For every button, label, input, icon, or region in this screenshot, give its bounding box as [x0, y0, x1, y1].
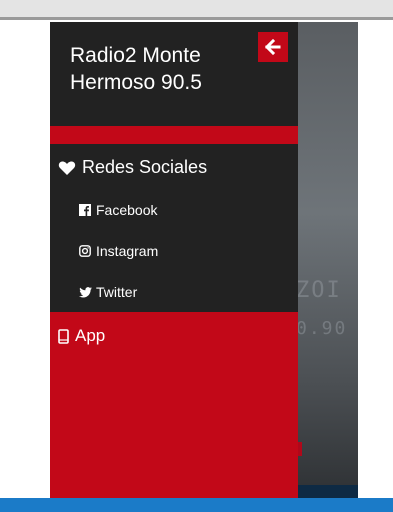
backdrop-image [298, 22, 358, 500]
menu-item-app[interactable]: App [58, 326, 105, 346]
window-bottom-bar [0, 498, 393, 512]
menu-item-label: App [75, 326, 106, 345]
back-button[interactable] [258, 32, 288, 62]
menu-item-facebook[interactable]: Facebook [78, 202, 157, 218]
instagram-icon [78, 244, 92, 258]
section-label: Redes Sociales [82, 157, 208, 177]
app-title: Radio2 Monte Hermoso 90.5 [70, 44, 202, 94]
menu-item-twitter[interactable]: Twitter [78, 284, 137, 300]
menu-item-label: Facebook [96, 202, 158, 218]
mobile-icon [58, 328, 72, 344]
facebook-icon [78, 203, 92, 217]
backdrop-ghost-text: 0.90 [296, 318, 348, 339]
menu-item-label: Instagram [96, 243, 159, 259]
app-section: App [50, 312, 298, 500]
heart-icon [58, 158, 78, 178]
section-redes-sociales: Redes Sociales [58, 157, 207, 178]
side-drawer: Radio2 Monte Hermoso 90.5 Redes Sociales… [50, 22, 298, 500]
title-divider [50, 126, 298, 144]
arrow-left-icon [265, 39, 281, 55]
menu-item-label: Twitter [96, 284, 138, 300]
backdrop-ghost-text: ZOI [296, 278, 342, 303]
menu-item-instagram[interactable]: Instagram [78, 243, 158, 259]
twitter-icon [78, 285, 92, 299]
window-top-bar [0, 0, 393, 20]
